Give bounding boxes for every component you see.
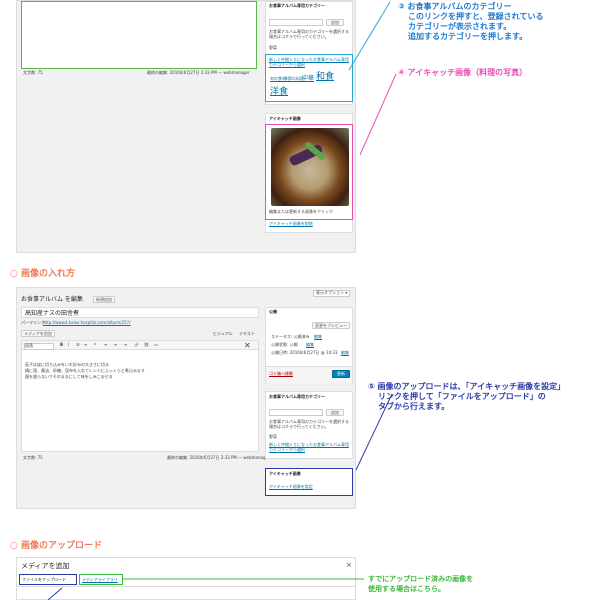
connector-5: [355, 393, 393, 471]
connector-lines: [47, 1, 397, 600]
connector-4: [359, 73, 397, 156]
connector-upload: [47, 587, 63, 600]
connector-3: [348, 1, 391, 71]
